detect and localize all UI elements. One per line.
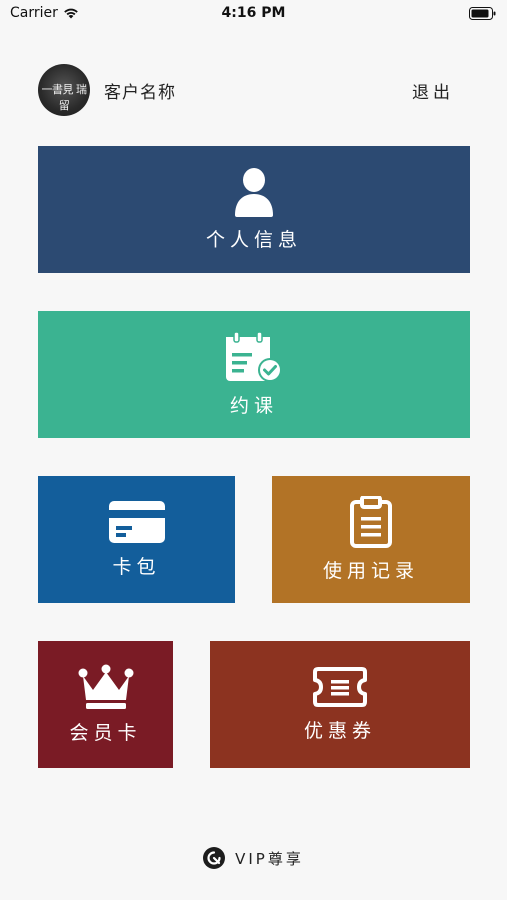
card-wallet-label: 卡包 <box>112 556 161 578</box>
credit-card-icon <box>108 501 165 543</box>
membership-card-tile[interactable]: 会员卡 <box>38 641 173 768</box>
crown-icon <box>78 664 133 709</box>
status-time: 4:16 PM <box>221 5 286 21</box>
avatar-logo-text: 一書見 瑞留 <box>41 83 88 112</box>
customer-name: 客户名称 <box>104 83 176 103</box>
membership-card-label: 会员卡 <box>69 722 142 744</box>
coupons-label: 优惠券 <box>303 720 376 742</box>
battery-icon <box>469 7 496 20</box>
brand-logo-icon <box>203 847 226 869</box>
footer-brand-text: VIP尊享 <box>235 849 304 868</box>
card-wallet-tile[interactable]: 卡包 <box>38 476 235 603</box>
booking-label: 约课 <box>229 395 278 417</box>
footer: VIP尊享 <box>0 843 507 873</box>
usage-records-label: 使用记录 <box>322 560 419 582</box>
user-icon <box>235 168 273 217</box>
personal-info-tile[interactable]: 个人信息 <box>38 146 470 273</box>
usage-records-tile[interactable]: 使用记录 <box>272 476 470 603</box>
calendar-check-icon <box>226 331 282 382</box>
coupons-tile[interactable]: 优惠券 <box>210 641 470 768</box>
avatar[interactable]: 一書見 瑞留 <box>38 64 90 116</box>
status-bar: Carrier 4:16 PM <box>0 0 507 28</box>
logout-button[interactable]: 退出 <box>412 78 454 103</box>
ticket-icon <box>313 667 367 707</box>
clipboard-icon <box>350 496 392 548</box>
header: 一書見 瑞留 客户名称 退出 <box>38 64 470 116</box>
personal-info-label: 个人信息 <box>205 229 302 251</box>
booking-tile[interactable]: 约课 <box>38 311 470 438</box>
